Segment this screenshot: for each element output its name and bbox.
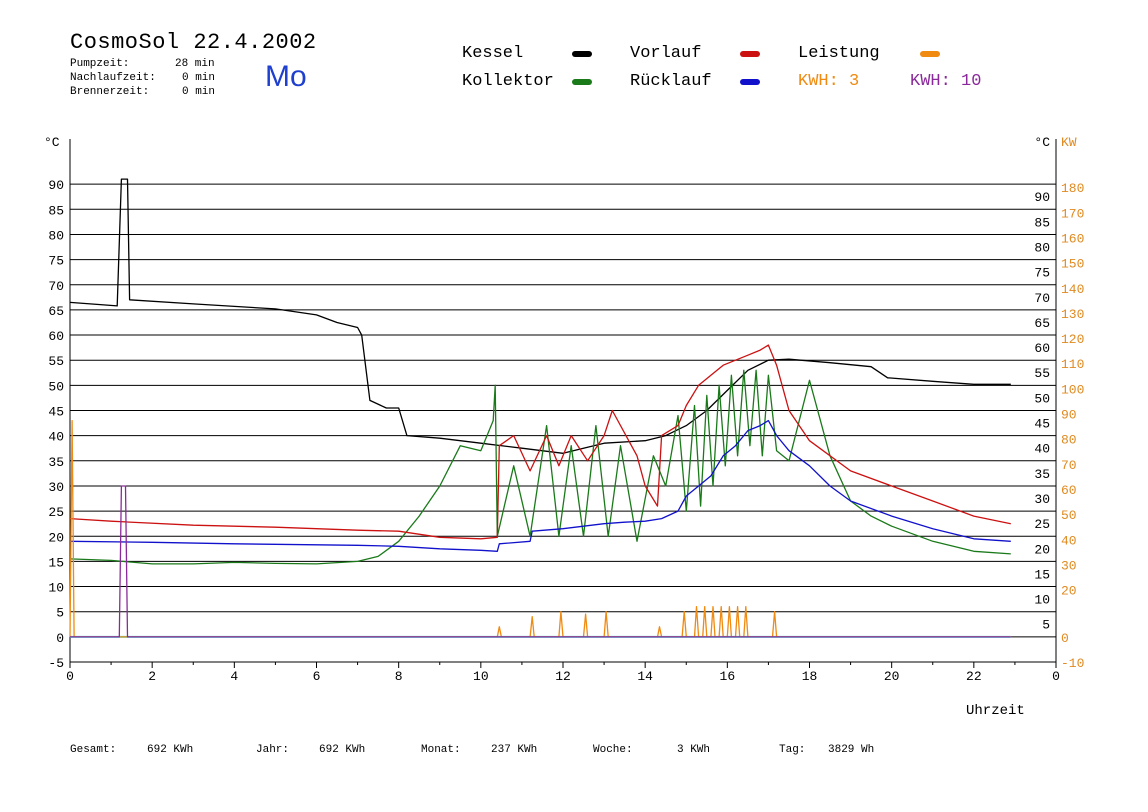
y-right-c-tick-label: 90 <box>1034 190 1050 205</box>
x-tick-label: 22 <box>966 669 982 684</box>
grid-lines <box>70 183 1056 663</box>
y-right-c-tick-label: 75 <box>1034 266 1050 281</box>
x-tick-label: 18 <box>802 669 818 684</box>
y-kw-tick-label: 70 <box>1061 458 1077 473</box>
y-left-unit: °C <box>44 135 60 150</box>
x-tick-label: 4 <box>230 669 238 684</box>
axes <box>69 139 1057 668</box>
y-right-c-tick-label: 65 <box>1034 316 1050 331</box>
y-kw-tick-label: 80 <box>1061 433 1077 448</box>
y-right-c-tick-label: 10 <box>1034 593 1050 608</box>
y-right-c-tick-label: 20 <box>1034 542 1050 557</box>
y-kw-tick-label: 50 <box>1061 508 1077 523</box>
y-right-c-tick-label: 60 <box>1034 341 1050 356</box>
footer-woche-value: 3 KWh <box>677 744 711 756</box>
x-tick-label: 16 <box>720 669 736 684</box>
tick-labels: 0 2 4 6 8 10 12 14 16 18 20 22 0°C908580757065605550… <box>44 135 1084 684</box>
y-left-tick-label: 75 <box>48 254 64 269</box>
x-tick-label: 12 <box>555 669 571 684</box>
y-left-tick-label: 20 <box>48 530 64 545</box>
y-kw-tick-label: 20 <box>1061 584 1077 599</box>
x-tick-label: 6 <box>313 669 321 684</box>
footer-monat-value: 237 KWh <box>491 744 538 756</box>
y-right-c-tick-label: 5 <box>1042 618 1050 633</box>
series-line-kessel <box>69 178 1011 454</box>
y-kw-tick-label: 60 <box>1061 483 1077 498</box>
y-left-tick-label: 70 <box>48 279 64 294</box>
y-kw-tick-label: 40 <box>1061 533 1077 548</box>
y-right-c-tick-label: 30 <box>1034 492 1050 507</box>
y-left-tick-label: 80 <box>48 228 64 243</box>
x-axis-label: Uhrzeit <box>966 703 1025 719</box>
y-kw-tick-label: 180 <box>1061 181 1084 196</box>
y-kw-tick-label: 170 <box>1061 206 1084 221</box>
footer-gesamt-label: Gesamt: <box>70 744 117 756</box>
y-kw-tick-label: 140 <box>1061 282 1084 297</box>
footer-tag-label: Tag: <box>779 744 806 756</box>
y-right-c-tick-label: 40 <box>1034 442 1050 457</box>
y-right-c-tick-label: 55 <box>1034 366 1050 381</box>
y-right-unit: °C <box>1034 135 1050 150</box>
y-right-c-tick-label: 35 <box>1034 467 1050 482</box>
x-tick-label: 20 <box>884 669 900 684</box>
footer-jahr-value: 692 KWh <box>319 744 366 756</box>
y-kw-tick-label: 0 <box>1061 631 1069 646</box>
temperature-chart: 0 2 4 6 8 10 12 14 16 18 20 22 0°C908580757065605550… <box>44 135 1084 719</box>
series-line-kollektor <box>69 369 1011 565</box>
y-kw-tick-label: -10 <box>1061 656 1084 671</box>
y-left-tick-label: 90 <box>48 178 64 193</box>
x-tick-label: 0 <box>1052 669 1060 684</box>
y-right-c-tick-label: 15 <box>1034 567 1050 582</box>
y-left-tick-label: 35 <box>48 455 64 470</box>
y-kw-tick-label: 110 <box>1061 357 1084 372</box>
y-left-tick-label: 25 <box>48 505 64 520</box>
y-kw-tick-label: 30 <box>1061 558 1077 573</box>
y-left-tick-label: 85 <box>48 203 64 218</box>
y-left-tick-label: 65 <box>48 304 64 319</box>
y-left-tick-label: 10 <box>48 581 64 596</box>
y-kw-tick-label: 100 <box>1061 382 1084 397</box>
footer-tag-value: 3829 Wh <box>828 744 875 756</box>
y-left-tick-label: -5 <box>48 656 64 671</box>
footer-woche-label: Woche: <box>593 744 633 756</box>
y-kw-unit: KW <box>1061 135 1077 150</box>
y-right-c-tick-label: 50 <box>1034 391 1050 406</box>
x-tick-label: 0 <box>66 669 74 684</box>
x-tick-label: 2 <box>148 669 156 684</box>
y-left-tick-label: 30 <box>48 480 64 495</box>
y-right-c-tick-label: 80 <box>1034 240 1050 255</box>
y-left-tick-label: 15 <box>48 555 64 570</box>
y-left-tick-label: 60 <box>48 329 64 344</box>
y-left-tick-label: 55 <box>48 354 64 369</box>
y-left-tick-label: 0 <box>56 631 64 646</box>
footer-monat-label: Monat: <box>421 744 461 756</box>
y-left-tick-label: 5 <box>56 606 64 621</box>
y-left-tick-label: 50 <box>48 379 64 394</box>
series-line-leistung <box>69 419 1011 638</box>
y-kw-tick-label: 130 <box>1061 307 1084 322</box>
y-right-c-tick-label: 85 <box>1034 215 1050 230</box>
series-line-vorlauf <box>69 344 1011 540</box>
x-tick-label: 8 <box>395 669 403 684</box>
series-lines <box>69 178 1011 638</box>
y-right-c-tick-label: 25 <box>1034 517 1050 532</box>
footer-jahr-label: Jahr: <box>256 744 290 756</box>
y-right-c-tick-label: 45 <box>1034 417 1050 432</box>
y-kw-tick-label: 150 <box>1061 257 1084 272</box>
y-kw-tick-label: 90 <box>1061 408 1077 423</box>
x-tick-label: 14 <box>637 669 653 684</box>
x-tick-label: 10 <box>473 669 489 684</box>
y-kw-tick-label: 120 <box>1061 332 1084 347</box>
y-left-tick-label: 45 <box>48 405 64 420</box>
y-right-c-tick-label: 70 <box>1034 291 1050 306</box>
y-left-tick-label: 40 <box>48 430 64 445</box>
footer-gesamt-value: 692 KWh <box>147 744 194 756</box>
y-kw-tick-label: 160 <box>1061 231 1084 246</box>
